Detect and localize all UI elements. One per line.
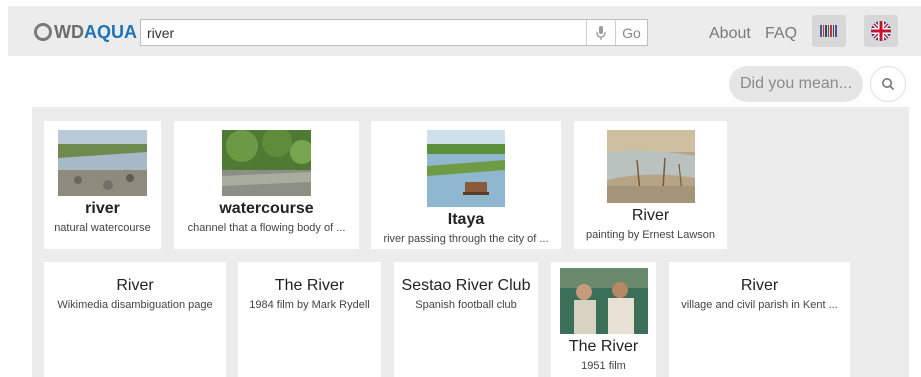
microphone-button[interactable]: [586, 20, 615, 45]
go-button[interactable]: Go: [615, 20, 647, 45]
result-title: River: [116, 277, 154, 294]
the-river-1951-thumbnail: [559, 268, 648, 334]
result-title: Itaya: [447, 211, 485, 228]
result-description: Spanish football club: [415, 299, 517, 311]
river-painting-thumbnail: [606, 130, 695, 203]
result-card-river-painting[interactable]: River painting by Ernest Lawson: [574, 121, 727, 249]
result-description: channel that a flowing body of ...: [187, 222, 346, 234]
results-panel: river natural watercourse watercourse ch…: [32, 107, 909, 377]
logo-ring-icon: [34, 23, 52, 41]
result-card-sestao-river-club[interactable]: Sestao River Club Spanish football club: [394, 262, 538, 377]
search-box: Go: [140, 19, 648, 46]
result-description: river passing through the city of ...: [383, 233, 549, 245]
barcode-button[interactable]: [812, 15, 846, 47]
result-title: River: [631, 207, 670, 224]
result-card-the-river-1984[interactable]: The River 1984 film by Mark Rydell: [238, 262, 381, 377]
result-title: river: [85, 200, 120, 217]
result-card-river-disambiguation[interactable]: River Wikimedia disambiguation page: [44, 262, 226, 377]
result-description: village and civil parish in Kent ...: [681, 299, 838, 311]
result-description: natural watercourse: [54, 222, 151, 234]
itaya-thumbnail: [427, 130, 505, 207]
result-title: The River: [568, 338, 639, 355]
search-input[interactable]: [141, 20, 586, 45]
result-card-river-village[interactable]: River village and civil parish in Kent .…: [669, 262, 850, 377]
result-title: watercourse: [219, 200, 314, 217]
result-title: River: [740, 277, 779, 294]
logo-prefix: WD: [54, 21, 84, 42]
nav-faq-link[interactable]: FAQ: [765, 25, 797, 43]
result-card-watercourse[interactable]: watercourse channel that a flowing body …: [174, 121, 359, 249]
logo-suffix: AQUA: [84, 21, 137, 42]
nav-about-link[interactable]: About: [709, 25, 751, 43]
result-card-the-river-1951[interactable]: The River 1951 film: [551, 262, 656, 377]
result-description: painting by Ernest Lawson: [585, 229, 716, 241]
river-thumbnail: [58, 130, 147, 196]
result-card-itaya[interactable]: Itaya river passing through the city of …: [371, 121, 561, 249]
result-title: Sestao River Club: [401, 277, 531, 294]
result-description: Wikimedia disambiguation page: [57, 299, 213, 311]
watercourse-thumbnail: [222, 130, 311, 196]
result-title: The River: [274, 277, 345, 294]
top-bar: WDAQUA Go About FAQ: [8, 6, 921, 56]
query-button[interactable]: [870, 66, 906, 102]
result-description: 1951 film: [581, 360, 626, 372]
result-description: 1984 film by Mark Rydell: [249, 299, 370, 311]
logo[interactable]: WD AQUA: [34, 21, 137, 43]
result-card-river[interactable]: river natural watercourse: [44, 121, 161, 249]
language-button[interactable]: [864, 15, 898, 47]
uk-flag-icon: [871, 21, 891, 41]
microphone-icon: [596, 25, 606, 40]
barcode-icon: [820, 25, 837, 37]
search-icon: [882, 78, 895, 91]
did-you-mean-button[interactable]: Did you mean...: [729, 66, 863, 102]
